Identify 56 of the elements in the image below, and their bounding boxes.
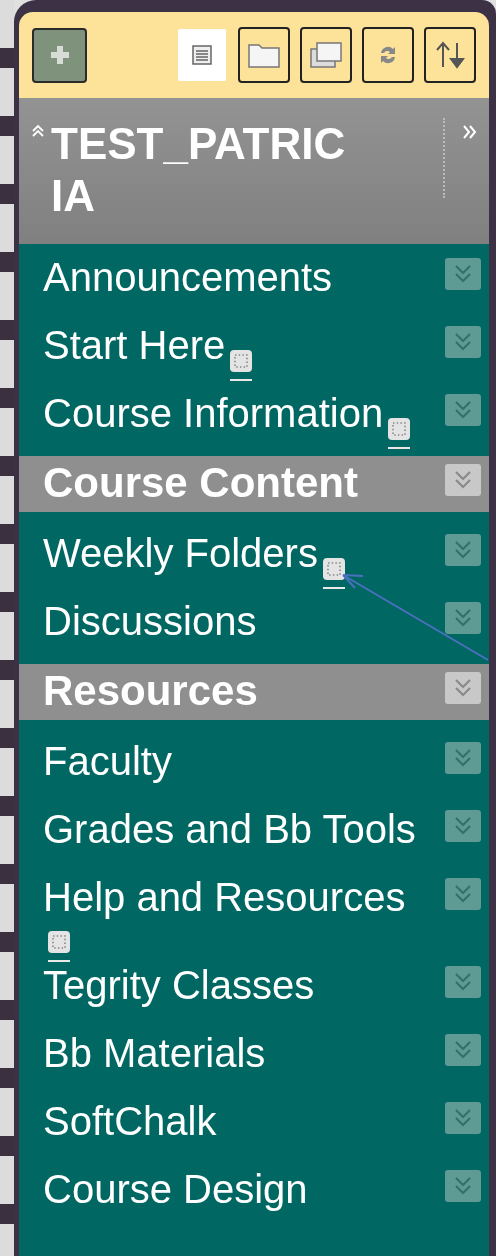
expand-button[interactable] <box>445 602 481 634</box>
view-button[interactable] <box>300 27 352 83</box>
menu-link[interactable]: Weekly Folders <box>43 531 318 575</box>
folder-icon <box>247 41 281 69</box>
expand-button[interactable] <box>445 326 481 358</box>
expand-button[interactable] <box>445 258 481 290</box>
menu-link[interactable]: Grades and Bb Tools <box>43 807 416 851</box>
menu-link[interactable]: Bb Materials <box>43 1031 266 1075</box>
add-button[interactable] <box>32 27 87 83</box>
double-chevron-icon <box>453 1039 473 1061</box>
double-chevron-icon <box>453 331 473 353</box>
double-chevron-icon <box>453 1107 473 1129</box>
expand-button[interactable] <box>445 394 481 426</box>
double-chevron-icon <box>453 469 473 491</box>
menu-link[interactable]: SoftChalk <box>43 1099 217 1143</box>
double-chevron-icon <box>453 747 473 769</box>
windows-icon <box>309 40 343 70</box>
menu-link[interactable]: Tegrity Classes <box>43 963 315 1007</box>
double-chevron-icon <box>453 883 473 905</box>
view-button[interactable] <box>362 27 414 83</box>
double-chevron-icon <box>453 971 473 993</box>
menu-link[interactable]: Faculty <box>43 739 172 783</box>
expand-button[interactable] <box>445 464 481 496</box>
expand-button[interactable] <box>445 878 481 910</box>
menu-link[interactable]: Start Here <box>43 323 226 367</box>
expand-icon[interactable] <box>461 124 477 140</box>
menu-link[interactable]: Announcements <box>43 255 333 299</box>
page-icon[interactable] <box>321 556 346 589</box>
expand-button[interactable] <box>445 1102 481 1134</box>
view-button[interactable] <box>238 27 290 83</box>
double-chevron-icon <box>453 399 473 421</box>
double-chevron-icon <box>453 607 473 629</box>
sort-icon <box>433 40 467 70</box>
course-title: TEST_PATRICIA <box>51 118 347 222</box>
expand-button[interactable] <box>445 1170 481 1202</box>
double-chevron-icon <box>453 815 473 837</box>
expand-button[interactable] <box>445 1034 481 1066</box>
double-chevron-icon <box>453 1175 473 1197</box>
page-icon[interactable] <box>47 930 71 962</box>
list-icon <box>191 44 213 66</box>
expand-button[interactable] <box>445 810 481 842</box>
view-button[interactable] <box>424 27 476 83</box>
page-icon[interactable] <box>387 416 412 449</box>
menu-link[interactable]: Help and Resources <box>43 875 406 919</box>
collapse-icon[interactable] <box>31 124 45 138</box>
expand-button[interactable] <box>445 534 481 566</box>
expand-button[interactable] <box>445 966 481 998</box>
double-chevron-icon <box>453 263 473 285</box>
double-chevron-icon <box>453 539 473 561</box>
menu-link[interactable]: Course Design <box>43 1167 308 1211</box>
expand-button[interactable] <box>445 672 481 704</box>
menu-link[interactable]: Course Information <box>43 391 384 435</box>
expand-button[interactable] <box>445 742 481 774</box>
double-chevron-icon <box>453 677 473 699</box>
page-icon[interactable] <box>229 348 254 381</box>
menu-link[interactable]: Discussions <box>43 599 257 643</box>
